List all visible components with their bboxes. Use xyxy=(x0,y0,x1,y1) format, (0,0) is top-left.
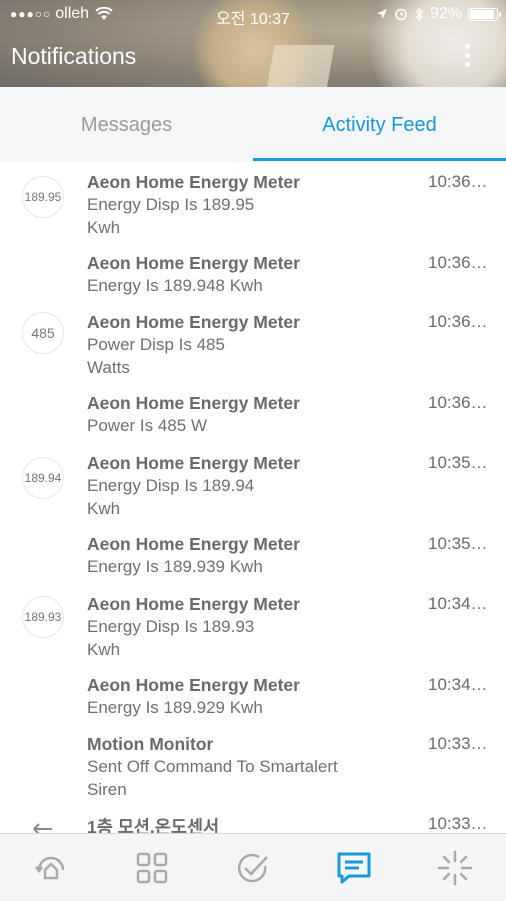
event-description: Sent Off Command To Smartalert Siren xyxy=(87,757,338,799)
event-description: Power Disp Is 485 Watts xyxy=(87,335,225,377)
event-description: Energy Disp Is 189.93 Kwh xyxy=(87,617,255,659)
event-time: 10:33… xyxy=(428,814,488,833)
device-name: Aeon Home Energy Meter xyxy=(87,393,300,413)
event-description: Power Is 485 W xyxy=(87,416,207,435)
device-name: Aeon Home Energy Meter xyxy=(87,534,300,554)
routines-check-icon[interactable] xyxy=(233,848,273,888)
list-item[interactable]: 189.93 Aeon Home Energy Meter 10:34… Ene… xyxy=(0,584,506,664)
list-item[interactable]: 1층 모션,온도센서 10:33… xyxy=(0,806,506,833)
event-description: Energy Is 189.939 Kwh xyxy=(87,557,263,576)
tab-bar: Messages Activity Feed xyxy=(0,87,506,163)
event-time: 10:36… xyxy=(428,172,488,191)
event-value-avatar: 189.93 xyxy=(22,596,64,638)
event-time: 10:35… xyxy=(428,534,488,553)
header: ●●●○○ olleh 오전 10:37 92% Notifications xyxy=(0,0,506,87)
tab-messages[interactable]: Messages xyxy=(0,87,253,162)
event-value-avatar: 485 xyxy=(22,312,64,354)
battery-icon xyxy=(468,7,501,21)
event-time: 10:33… xyxy=(428,734,488,753)
list-item[interactable]: 189.94 Aeon Home Energy Meter 10:35… Ene… xyxy=(0,443,506,523)
activity-feed-list[interactable]: 189.95 Aeon Home Energy Meter 10:36… Ene… xyxy=(0,162,506,833)
list-item[interactable]: 485 Aeon Home Energy Meter 10:36… Power … xyxy=(0,302,506,382)
device-name: Aeon Home Energy Meter xyxy=(87,453,300,473)
status-bar: ●●●○○ olleh 오전 10:37 92% xyxy=(0,0,506,28)
list-item[interactable]: Motion Monitor 10:33… Sent Off Command T… xyxy=(0,724,506,806)
marketplace-sparkle-icon[interactable] xyxy=(435,848,475,888)
event-time: 10:36… xyxy=(428,393,488,412)
dashboard-home-icon[interactable] xyxy=(31,848,71,888)
bluetooth-icon xyxy=(415,6,423,22)
device-name: 1층 모션,온도센서 xyxy=(87,817,220,833)
event-time: 10:34… xyxy=(428,594,488,613)
things-grid-icon[interactable] xyxy=(132,848,172,888)
back-arrow-icon xyxy=(33,823,52,833)
device-name: Motion Monitor xyxy=(87,734,214,754)
more-options-icon[interactable] xyxy=(460,44,474,74)
list-item[interactable]: Aeon Home Energy Meter 10:35… Energy Is … xyxy=(0,524,506,584)
list-item[interactable]: 189.95 Aeon Home Energy Meter 10:36… Ene… xyxy=(0,162,506,242)
tab-activity-feed[interactable]: Activity Feed xyxy=(253,87,506,162)
device-name: Aeon Home Energy Meter xyxy=(87,172,300,192)
list-item[interactable]: Aeon Home Energy Meter 10:36… Energy Is … xyxy=(0,242,506,302)
notifications-message-icon[interactable] xyxy=(334,848,374,888)
event-description: Energy Disp Is 189.95 Kwh xyxy=(87,195,255,237)
bottom-navigation xyxy=(0,833,506,901)
device-name: Aeon Home Energy Meter xyxy=(87,675,300,695)
event-time: 10:35… xyxy=(428,453,488,472)
device-name: Aeon Home Energy Meter xyxy=(87,594,300,614)
event-description: Energy Is 189.929 Kwh xyxy=(87,698,263,717)
event-value-avatar: 189.94 xyxy=(22,457,64,499)
event-time: 10:36… xyxy=(428,253,488,272)
event-description: Energy Disp Is 189.94 Kwh xyxy=(87,476,255,518)
event-value-avatar: 189.95 xyxy=(22,176,64,218)
alarm-clock-icon xyxy=(395,8,407,21)
device-name: Aeon Home Energy Meter xyxy=(87,312,300,332)
list-item[interactable]: Aeon Home Energy Meter 10:34… Energy Is … xyxy=(0,665,506,725)
location-arrow-icon xyxy=(376,9,387,19)
event-time: 10:36… xyxy=(428,312,488,331)
list-item[interactable]: Aeon Home Energy Meter 10:36… Power Is 4… xyxy=(0,383,506,443)
battery-percentage: 92% xyxy=(429,5,462,22)
active-tab-indicator xyxy=(253,158,506,161)
device-name: Aeon Home Energy Meter xyxy=(87,253,300,273)
page-title: Notifications xyxy=(11,43,137,69)
event-time: 10:34… xyxy=(428,675,488,694)
event-description: Energy Is 189.948 Kwh xyxy=(87,276,263,295)
